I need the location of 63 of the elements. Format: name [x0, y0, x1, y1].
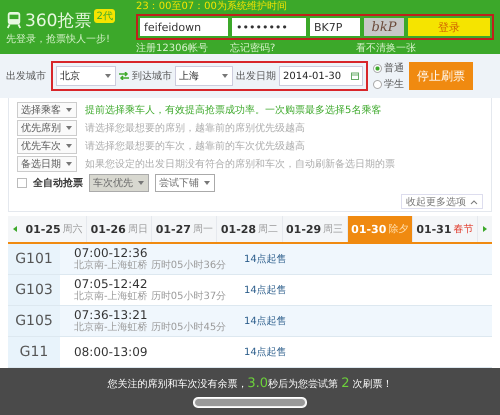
radio-button[interactable]	[373, 64, 382, 72]
from-label: 出发城市	[6, 70, 46, 83]
train-row[interactable]: G101 07:00-12:36 北京南-上海虹桥 历时05小时36分 14点起售	[8, 244, 492, 275]
train-number: G105	[8, 306, 60, 336]
sale-status: 14点起售	[244, 252, 287, 266]
checkbox[interactable]	[17, 178, 27, 188]
date-field[interactable]: 2014-01-30	[279, 66, 363, 86]
train-icon	[6, 11, 22, 29]
option-hint: 请选择您最想要的席别，越靠前的席别优先级越高	[85, 122, 305, 135]
username-field[interactable]: feifeidown	[140, 18, 228, 36]
berth-dropdown[interactable]: 尝试下铺	[155, 174, 215, 192]
train-time: 07:00-12:36	[74, 246, 148, 260]
collapse-options-button[interactable]: 收起更多选项	[401, 194, 483, 209]
sale-status: 14点起售	[244, 314, 287, 328]
to-label: 到达城市	[132, 70, 172, 83]
slogan: 先登录，抢票快人一步!	[6, 32, 112, 46]
train-row[interactable]: G103 07:05-12:42 北京南-上海虹桥 历时05小时37分 14点起售	[8, 275, 492, 306]
option-hint: 提前选择乘车人，有效提高抢票成功率。一次购票最多选择5名乘客	[85, 104, 382, 117]
train-row[interactable]: G105 07:36-13:21 北京南-上海虹桥 历时05小时45分 14点起售	[8, 306, 492, 337]
chevron-up-icon	[470, 198, 478, 206]
train-route: 北京南-上海虹桥 历时05小时45分	[74, 322, 228, 334]
option-dropdown[interactable]: 优先车次	[17, 138, 77, 154]
swap-icon[interactable]	[119, 72, 129, 80]
caret-icon	[203, 179, 211, 187]
password-field[interactable]: ••••••••	[232, 18, 306, 36]
train-route: 北京南-上海虹桥 历时05小时36分	[74, 260, 228, 272]
caret-icon	[137, 179, 145, 187]
priority-dropdown[interactable]: 车次优先	[89, 174, 149, 192]
captcha-field[interactable]: BK7P	[310, 18, 360, 36]
option-hint: 如果您设定的出发日期没有符合的席别和车次，自动刷新备选日期的票	[85, 158, 395, 171]
option-dropdown[interactable]: 备选日期	[17, 156, 77, 172]
train-number: G11	[8, 337, 60, 367]
radio-button[interactable]	[373, 80, 382, 88]
date-label: 出发日期	[236, 70, 276, 83]
option-dropdown[interactable]: 选择乘客	[17, 102, 77, 118]
train-route: 北京南-上海虹桥 历时05小时37分	[74, 291, 228, 303]
radio-label: 普通	[384, 62, 404, 75]
caret-icon	[65, 106, 73, 114]
caret-icon	[65, 142, 73, 150]
caret-icon	[104, 72, 112, 80]
train-time: 07:36-13:21	[74, 308, 148, 322]
train-number: G101	[8, 244, 60, 274]
sale-status: 14点起售	[244, 346, 287, 359]
radio-label: 学生	[384, 78, 404, 91]
train-number: G103	[8, 275, 60, 305]
captcha-image[interactable]: bkP	[364, 18, 404, 36]
from-city-field[interactable]: 北京	[56, 66, 116, 86]
train-row[interactable]: G11 08:00-13:09 14点起售	[8, 337, 492, 368]
train-time: 07:05-12:42	[74, 277, 148, 291]
option-hint: 请选择您最想要的车次，越靠前的车次优先级越高	[85, 140, 305, 153]
to-city-field[interactable]: 上海	[175, 66, 233, 86]
train-time: 08:00-13:09	[74, 345, 148, 359]
caret-icon	[221, 72, 229, 80]
checkbox-label: 全自动抢票	[33, 176, 83, 190]
calendar-icon	[351, 72, 359, 80]
caret-icon	[65, 124, 73, 132]
version-badge: 2代	[94, 8, 115, 22]
logo-text: 360抢票	[25, 10, 92, 32]
option-dropdown[interactable]: 优先席别	[17, 120, 77, 136]
caret-icon	[65, 160, 73, 168]
sale-status: 14点起售	[244, 284, 287, 297]
maintenance-notice: 23：00至07：00为系统维护时间	[136, 0, 288, 13]
refresh-message: 您关注的席别和车次没有余票，3.0秒后为您尝试第 2 次刷票！	[107, 376, 393, 390]
